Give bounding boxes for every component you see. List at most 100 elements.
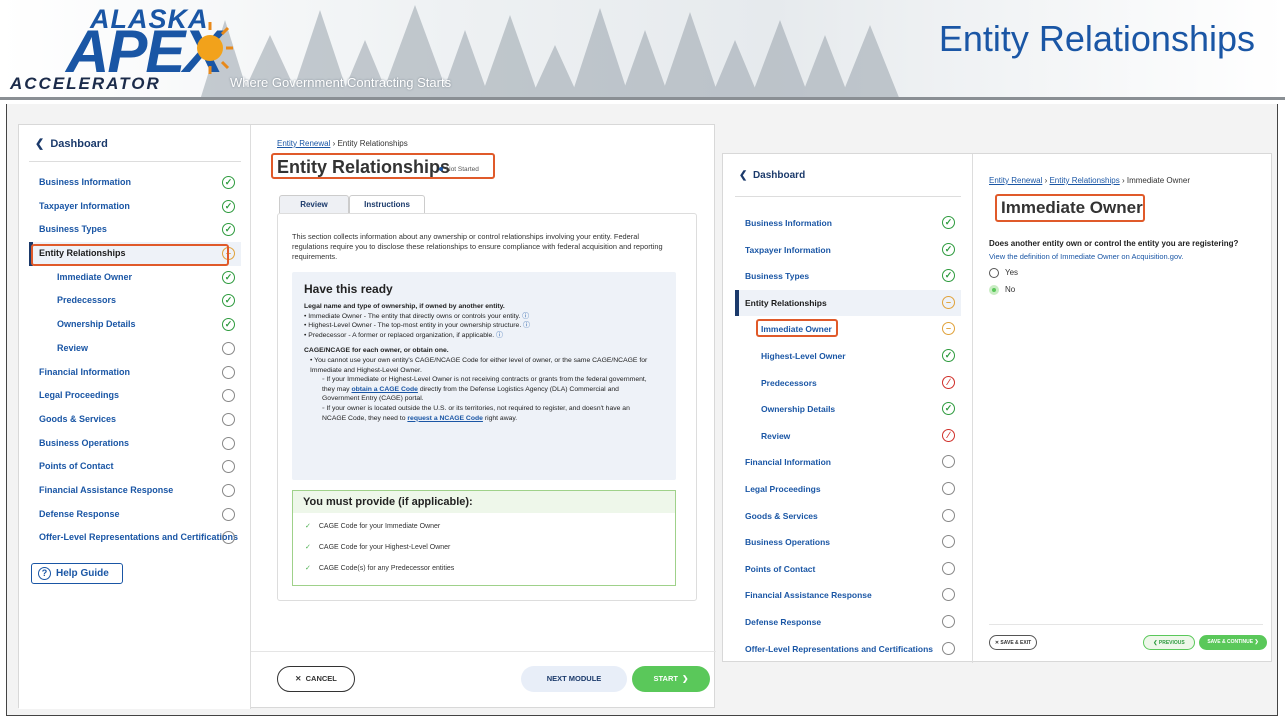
sidebar-item-financial-information[interactable]: Financial Information	[735, 449, 961, 476]
error-icon: ∕	[942, 428, 955, 442]
sidebar-item-goods-services[interactable]: Goods & Services	[735, 503, 961, 530]
ready-subheading-2: CAGE/NCAGE for each owner, or obtain one…	[304, 347, 449, 355]
sidebar-item-business-types[interactable]: Business Types ✓	[735, 263, 961, 290]
breadcrumb: Entity Renewal › Entity Relationships	[277, 139, 408, 148]
sidebar-item-points-of-contact[interactable]: Points of Contact	[735, 556, 961, 583]
sidebar-item-offer-level-representations-and-certifications[interactable]: Offer-Level Representations and Certific…	[735, 636, 961, 663]
sidebar-item-label: Entity Relationships	[745, 297, 827, 308]
sidebar-item-label: Predecessors	[761, 377, 817, 388]
sidebar-item-financial-assistance-response[interactable]: Financial Assistance Response	[29, 479, 241, 503]
sidebar-item-label: Taxpayer Information	[745, 244, 831, 255]
radio-yes-label: Yes	[1005, 268, 1019, 278]
definition-link[interactable]: View the definition of Immediate Owner o…	[989, 252, 1183, 261]
breadcrumb-entity-renewal[interactable]: Entity Renewal	[277, 139, 330, 148]
sidebar-item-label: Business Operations	[745, 537, 831, 548]
in-progress-icon: –	[942, 322, 955, 336]
start-button[interactable]: START ❯	[632, 666, 710, 692]
radio-no[interactable]: No	[989, 285, 1015, 295]
must-item: ✓ CAGE Code for your Immediate Owner	[305, 522, 440, 530]
empty-circle-icon	[942, 588, 955, 602]
chevron-left-icon: ❮	[35, 138, 45, 150]
sidebar-item-defense-response[interactable]: Defense Response	[29, 503, 241, 527]
sidebar-item-defense-response[interactable]: Defense Response	[735, 609, 961, 636]
empty-circle-icon	[222, 531, 235, 545]
breadcrumb-entity-renewal[interactable]: Entity Renewal	[989, 176, 1042, 185]
info-icon[interactable]: ⓘ	[523, 322, 530, 329]
sidebar-item-label: Points of Contact	[39, 461, 114, 472]
tab-review[interactable]: Review	[279, 195, 349, 213]
sidebar-item-label: Financial Assistance Response	[39, 484, 174, 495]
sidebar-item-ownership-details[interactable]: Ownership Details ✓	[29, 313, 241, 337]
help-guide-button[interactable]: ? Help Guide	[31, 563, 123, 584]
sidebar-item-entity-relationships[interactable]: Entity Relationships –	[735, 289, 961, 317]
sidebar-item-label: Ownership Details	[57, 319, 136, 330]
info-icon[interactable]: ⓘ	[522, 313, 529, 320]
slide-title: Entity Relationships	[938, 18, 1255, 59]
sidebar-item-business-types[interactable]: Business Types ✓	[29, 218, 241, 242]
sidebar-item-ownership-details[interactable]: Ownership Details ✓	[735, 396, 961, 423]
save-continue-label: SAVE & CONTINUE	[1207, 639, 1254, 645]
sidebar-item-business-information[interactable]: Business Information ✓	[735, 210, 961, 237]
sidebar-item-points-of-contact[interactable]: Points of Contact	[29, 455, 241, 479]
sidebar-item-immediate-owner[interactable]: Immediate Owner ✓	[29, 266, 241, 290]
error-icon: ∕	[942, 375, 955, 389]
sidebar-item-financial-assistance-response[interactable]: Financial Assistance Response	[735, 582, 961, 609]
right-nav-list: Business Information ✓ Taxpayer Informatio…	[735, 210, 961, 662]
sidebar-item-highest-level-owner[interactable]: Highest-Level Owner ✓	[735, 343, 961, 370]
sidebar-item-review[interactable]: Review ∕	[735, 423, 961, 450]
next-module-button[interactable]: NEXT MODULE	[521, 666, 627, 692]
dashboard-link[interactable]: ❮ Dashboard	[35, 137, 108, 150]
empty-circle-icon	[222, 389, 235, 403]
sidebar-item-business-operations[interactable]: Business Operations	[735, 529, 961, 556]
check-icon: ✓	[305, 544, 311, 551]
sidebar-item-label: Legal Proceedings	[745, 483, 821, 494]
left-main: Entity Renewal › Entity Relationships En…	[251, 125, 716, 709]
sidebar-item-label: Business Operations	[39, 437, 130, 448]
start-label: START	[653, 674, 678, 683]
cancel-button[interactable]: ✕ CANCEL	[277, 666, 355, 692]
slide: ALASKA APEX ACCELERATOR Where Government…	[0, 0, 1285, 721]
save-exit-button[interactable]: ✕ SAVE & EXIT	[989, 635, 1037, 650]
breadcrumb-entity-relationships[interactable]: Entity Relationships	[1049, 176, 1119, 185]
sidebar-item-business-information[interactable]: Business Information ✓	[29, 171, 241, 195]
empty-circle-icon	[942, 535, 955, 549]
ready-item-immediate-owner: Immediate Owner - The entity that direct…	[308, 312, 521, 320]
sidebar-item-predecessors[interactable]: Predecessors ∕	[735, 370, 961, 397]
previous-button[interactable]: ❮ PREVIOUS	[1143, 635, 1195, 650]
right-sidebar: ❮ Dashboard Business Information ✓ Taxpaye…	[723, 154, 973, 663]
empty-circle-icon	[942, 614, 955, 628]
save-continue-button[interactable]: SAVE & CONTINUE ❯	[1199, 635, 1267, 650]
sidebar-item-label: Offer-Level Representations and Certific…	[39, 532, 239, 543]
highlight-immediate-owner	[756, 319, 838, 337]
sidebar-item-label: Immediate Owner	[57, 271, 133, 282]
breadcrumb-current: Immediate Owner	[1126, 176, 1190, 185]
divider	[735, 196, 961, 197]
sidebar-item-legal-proceedings[interactable]: Legal Proceedings	[735, 476, 961, 503]
tagline: Where Government Contracting Starts	[230, 75, 452, 90]
obtain-cage-code-link[interactable]: obtain a CAGE Code	[351, 386, 417, 393]
sidebar-item-label: Review	[761, 430, 791, 441]
sidebar-item-legal-proceedings[interactable]: Legal Proceedings	[29, 384, 241, 408]
sidebar-item-review[interactable]: Review	[29, 337, 241, 361]
sidebar-item-predecessors[interactable]: Predecessors ✓	[29, 289, 241, 313]
dashboard-link[interactable]: ❮ Dashboard	[739, 170, 805, 181]
sidebar-item-label: Points of Contact	[745, 563, 816, 574]
info-icon[interactable]: ⓘ	[496, 332, 503, 339]
sidebar-item-business-operations[interactable]: Business Operations	[29, 432, 241, 456]
sidebar-item-taxpayer-information[interactable]: Taxpayer Information ✓	[29, 195, 241, 219]
in-progress-icon: –	[942, 295, 955, 309]
intro-text: This section collects information about …	[292, 232, 663, 261]
sidebar-item-offer-level-representations-and-certifications[interactable]: Offer-Level Representations and Certific…	[29, 526, 241, 550]
radio-yes[interactable]: Yes	[989, 268, 1018, 278]
tab-instructions[interactable]: Instructions	[349, 195, 425, 213]
sidebar-item-goods-services[interactable]: Goods & Services	[29, 408, 241, 432]
close-icon: ✕	[295, 674, 302, 683]
sidebar-item-label: Business Information	[39, 177, 132, 187]
highlight-entity-relationships	[31, 244, 229, 266]
sidebar-item-financial-information[interactable]: Financial Information	[29, 361, 241, 385]
left-screenshot: ❮ Dashboard Business Information ✓ Taxpaye…	[18, 124, 716, 709]
divider	[29, 161, 241, 162]
empty-circle-icon	[942, 481, 955, 495]
sidebar-item-taxpayer-information[interactable]: Taxpayer Information ✓	[735, 237, 961, 264]
request-ncage-code-link[interactable]: request a NCAGE Code	[407, 415, 483, 422]
